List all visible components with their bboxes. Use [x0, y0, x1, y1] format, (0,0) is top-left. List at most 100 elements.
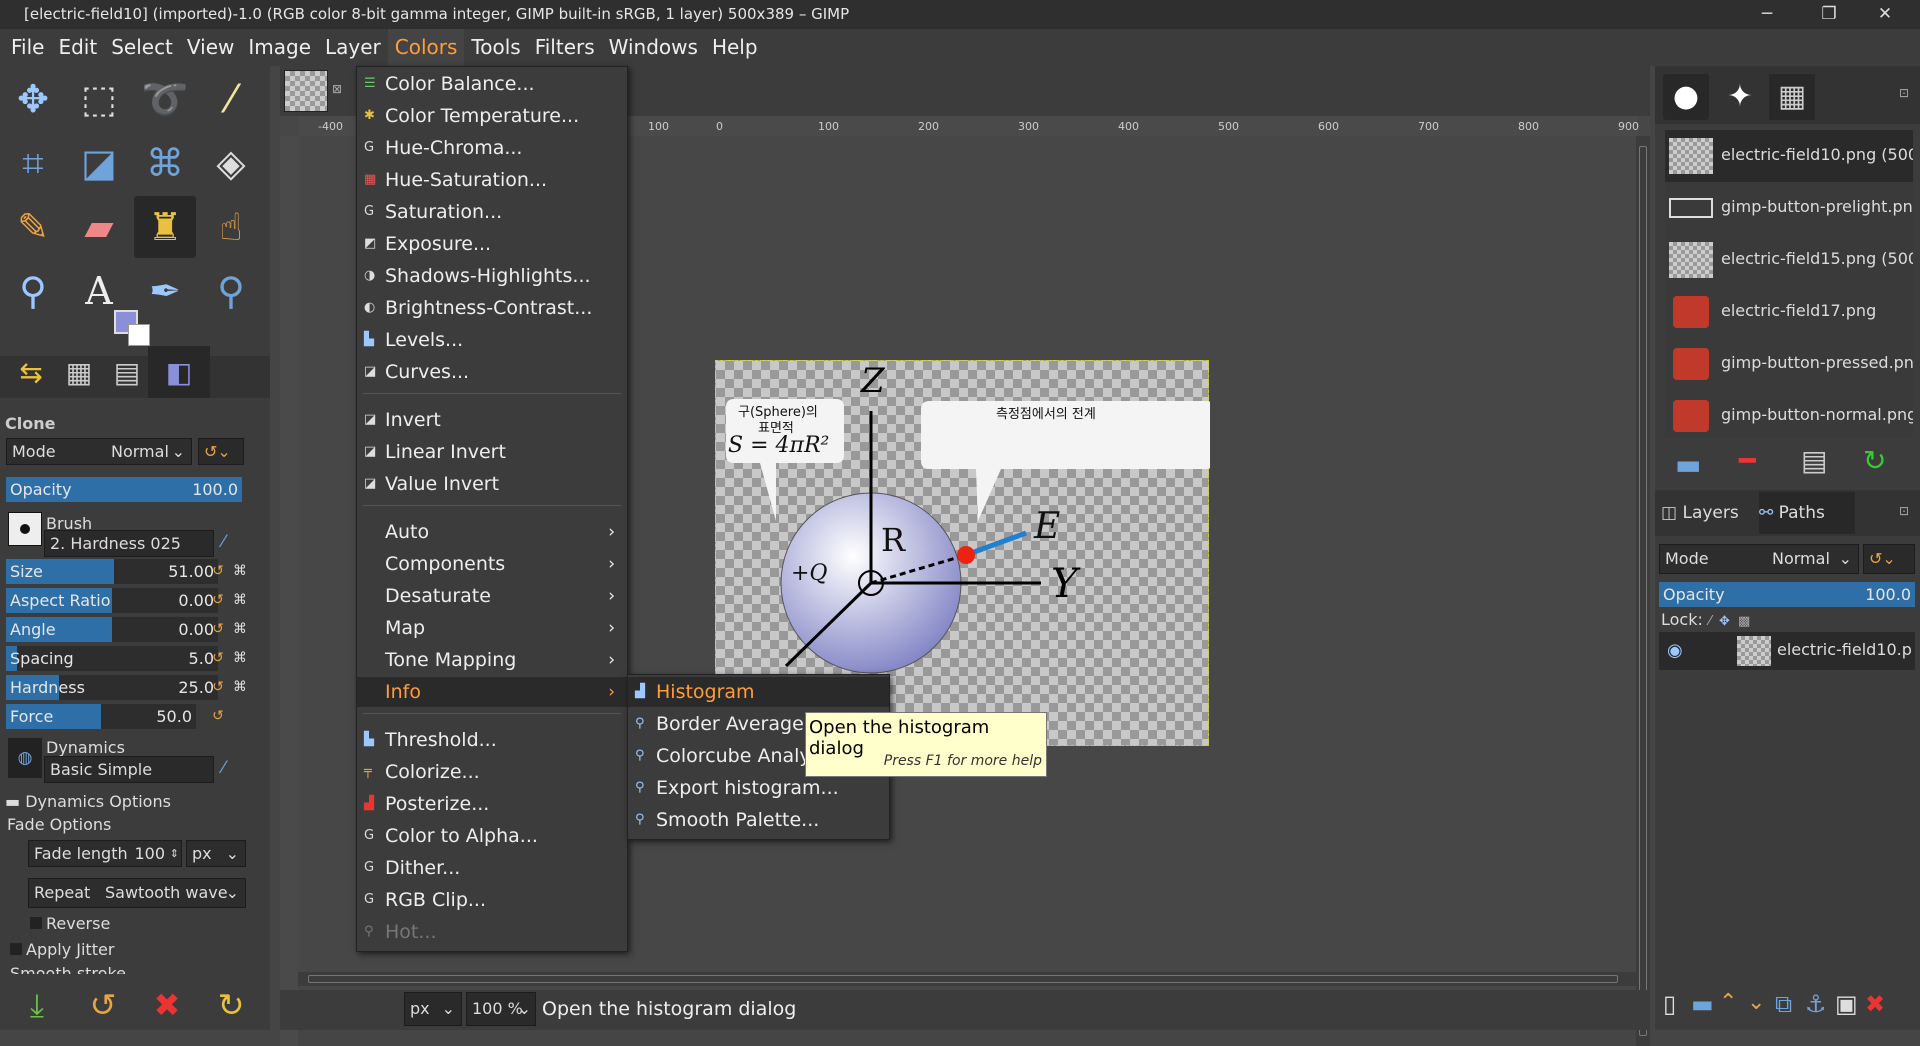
spacing-slider[interactable]: Spacing 5.0 — [6, 646, 218, 671]
sparkle-tab-icon[interactable]: ✦ — [1717, 74, 1763, 120]
fade-unit-select[interactable]: px ⌄ — [186, 840, 246, 867]
menu-item-color-balance[interactable]: ☰ Color Balance... — [357, 69, 627, 99]
maximize-button[interactable]: ❐ — [1806, 0, 1852, 29]
menu-item-dither[interactable]: G Dither... — [357, 853, 627, 883]
tab-paths[interactable]: ⚯ Paths — [1759, 492, 1855, 534]
menu-item-histogram[interactable]: ▟ Histogram — [628, 677, 889, 707]
paintbrush-tool-icon[interactable]: ✎ — [2, 196, 64, 258]
menu-layer[interactable]: Layer — [318, 29, 388, 66]
aspect-reset-icon[interactable]: ↺ — [208, 588, 228, 613]
dock-menu-icon[interactable]: ⊡ — [1899, 504, 1909, 518]
new-layer-icon[interactable]: ▯ — [1663, 990, 1676, 1018]
menu-item-exposure[interactable]: ◩ Exposure... — [357, 229, 627, 259]
menu-item-saturation[interactable]: G Saturation... — [357, 197, 627, 227]
menu-item-brightness-contrast[interactable]: ◐ Brightness-Contrast... — [357, 293, 627, 323]
brush-tab-icon[interactable]: ● — [1663, 74, 1709, 120]
menu-item-value-invert[interactable]: ◪ Value Invert — [357, 469, 627, 499]
raise-layer-icon[interactable]: ⌃ — [1719, 990, 1737, 1015]
menu-item-linear-invert[interactable]: ◪ Linear Invert — [357, 437, 627, 467]
spacing-link-icon[interactable]: ⌘ — [230, 646, 250, 671]
menu-item-hue-chroma[interactable]: G Hue-Chroma... — [357, 133, 627, 163]
save-options-icon[interactable]: ⤓ — [6, 974, 68, 1036]
dynamics-options-expander[interactable]: ▬ Dynamics Options — [5, 792, 171, 811]
layer-opacity-slider[interactable]: Opacity 100.0 — [1659, 582, 1915, 607]
layer-row[interactable]: ◉ electric-field10.png — [1659, 632, 1915, 670]
zoom-select[interactable]: 100 % ⌄ — [466, 992, 536, 1026]
angle-reset-icon[interactable]: ↺ — [208, 617, 228, 642]
edit-dynamics-icon[interactable]: ⁄ — [222, 758, 225, 778]
color-picker-tool-icon[interactable]: ✒ — [134, 260, 196, 322]
menu-item-curves[interactable]: ◪ Curves... — [357, 357, 627, 387]
list-item[interactable]: electric-field17.png — [1665, 286, 1913, 338]
hardness-link-icon[interactable]: ⌘ — [230, 675, 250, 700]
brush-name-field[interactable]: 2. Hardness 025 — [44, 530, 214, 557]
zoom-tool-icon[interactable]: ⚲ — [200, 260, 262, 322]
restore-options-icon[interactable]: ↺ — [72, 974, 134, 1036]
close-tab-icon[interactable]: ⊠ — [332, 82, 342, 96]
new-display-icon[interactable]: ▤ — [1801, 444, 1827, 477]
vertical-scrollbar[interactable] — [1636, 136, 1650, 1046]
layer-mode-select[interactable]: Mode Normal ⌄ — [1659, 544, 1859, 574]
size-slider[interactable]: Size 51.00 — [6, 559, 218, 584]
refresh-icon[interactable]: ↻ — [1863, 444, 1886, 477]
reverse-checkbox[interactable]: Reverse — [30, 914, 110, 933]
fade-length-field[interactable]: Fade length 100 ⇕ — [28, 840, 182, 867]
remove-image-icon[interactable]: ━ — [1739, 444, 1756, 477]
move-tool-icon[interactable]: ✥ — [2, 68, 64, 130]
reset-options-icon[interactable]: ↻ — [200, 974, 262, 1036]
menu-item-levels[interactable]: ▙ Levels... — [357, 325, 627, 355]
list-item[interactable]: electric-field15.png (500 — [1665, 234, 1913, 286]
delete-options-icon[interactable]: ✖ — [136, 974, 198, 1036]
duplicate-layer-icon[interactable]: ⧉ — [1775, 990, 1792, 1018]
list-item[interactable]: electric-field10.png (500 — [1665, 130, 1913, 182]
lasso-tool-icon[interactable]: ➰ — [134, 68, 196, 130]
menu-filters[interactable]: Filters — [528, 29, 602, 66]
menu-help[interactable]: Help — [705, 29, 765, 66]
delete-layer-icon[interactable]: ✖ — [1865, 990, 1885, 1018]
unified-transform-tool-icon[interactable]: ◪ — [68, 132, 130, 194]
menu-item-smooth-palette[interactable]: ⚲ Smooth Palette... — [628, 805, 889, 835]
menu-item-posterize[interactable]: ▟ Posterize... — [357, 789, 627, 819]
lock-pixels-icon[interactable]: ⁄ — [1709, 614, 1711, 629]
hardness-reset-icon[interactable]: ↺ — [208, 675, 228, 700]
hardness-slider[interactable]: Hardness 25.0 — [6, 675, 218, 700]
list-item[interactable]: gimp-button-pressed.png — [1665, 338, 1913, 390]
menu-item-threshold[interactable]: ▙ Threshold... — [357, 725, 627, 755]
lock-position-icon[interactable]: ✥ — [1719, 614, 1730, 629]
crop-tool-icon[interactable]: ⌗ — [2, 132, 64, 194]
visibility-eye-icon[interactable]: ◉ — [1667, 640, 1683, 661]
mask-layer-icon[interactable]: ▣ — [1835, 990, 1858, 1018]
apply-jitter-checkbox[interactable]: Apply Jitter — [10, 940, 114, 959]
raise-display-icon[interactable]: ▬ — [1675, 448, 1701, 481]
rect-select-tool-icon[interactable]: ⬚ — [68, 68, 130, 130]
eraser-tool-icon[interactable]: ▰ — [68, 196, 130, 258]
menu-item-color-temperature[interactable]: ✱ Color Temperature... — [357, 101, 627, 131]
menu-select[interactable]: Select — [104, 29, 180, 66]
menu-item-components[interactable]: Components › — [357, 549, 627, 579]
dock-menu-icon[interactable]: ⊡ — [1899, 86, 1909, 100]
force-slider[interactable]: Force 50.0 — [6, 704, 196, 729]
mode-reset-button[interactable]: ↺⌄ — [198, 438, 244, 465]
images-tab-icon[interactable]: ▦ — [1769, 74, 1815, 120]
brush-preview[interactable] — [8, 512, 42, 546]
cage-transform-tool-icon[interactable]: ⌘ — [134, 132, 196, 194]
repeat-select[interactable]: Repeat Sawtooth wave ⌄ — [28, 878, 246, 908]
edit-brush-icon[interactable]: ⁄ — [222, 532, 225, 552]
aspect-link-icon[interactable]: ⌘ — [230, 588, 250, 613]
menu-item-hue-saturation[interactable]: ▦ Hue-Saturation... — [357, 165, 627, 195]
size-link-icon[interactable]: ⌘ — [230, 559, 250, 584]
menu-edit[interactable]: Edit — [51, 29, 104, 66]
close-window-button[interactable]: ✕ — [1862, 0, 1908, 29]
menu-tools[interactable]: Tools — [464, 29, 527, 66]
menu-item-export-histogram[interactable]: ⚲ Export histogram... — [628, 773, 889, 803]
image-tab-thumbnail[interactable] — [284, 70, 328, 112]
anchor-layer-icon[interactable]: ⚓ — [1805, 990, 1827, 1018]
menu-item-invert[interactable]: ◪ Invert — [357, 405, 627, 435]
lower-layer-icon[interactable]: ⌄ — [1747, 990, 1765, 1015]
size-reset-icon[interactable]: ↺ — [208, 559, 228, 584]
menu-item-shadows-highlights[interactable]: ◑ Shadows-Highlights... — [357, 261, 627, 291]
menu-item-info[interactable]: Info › — [357, 677, 627, 707]
clone-tool-icon[interactable]: ♜ — [134, 196, 196, 258]
menu-colors[interactable]: Colors — [387, 29, 465, 66]
dynamics-icon[interactable]: ◍ — [8, 738, 42, 778]
